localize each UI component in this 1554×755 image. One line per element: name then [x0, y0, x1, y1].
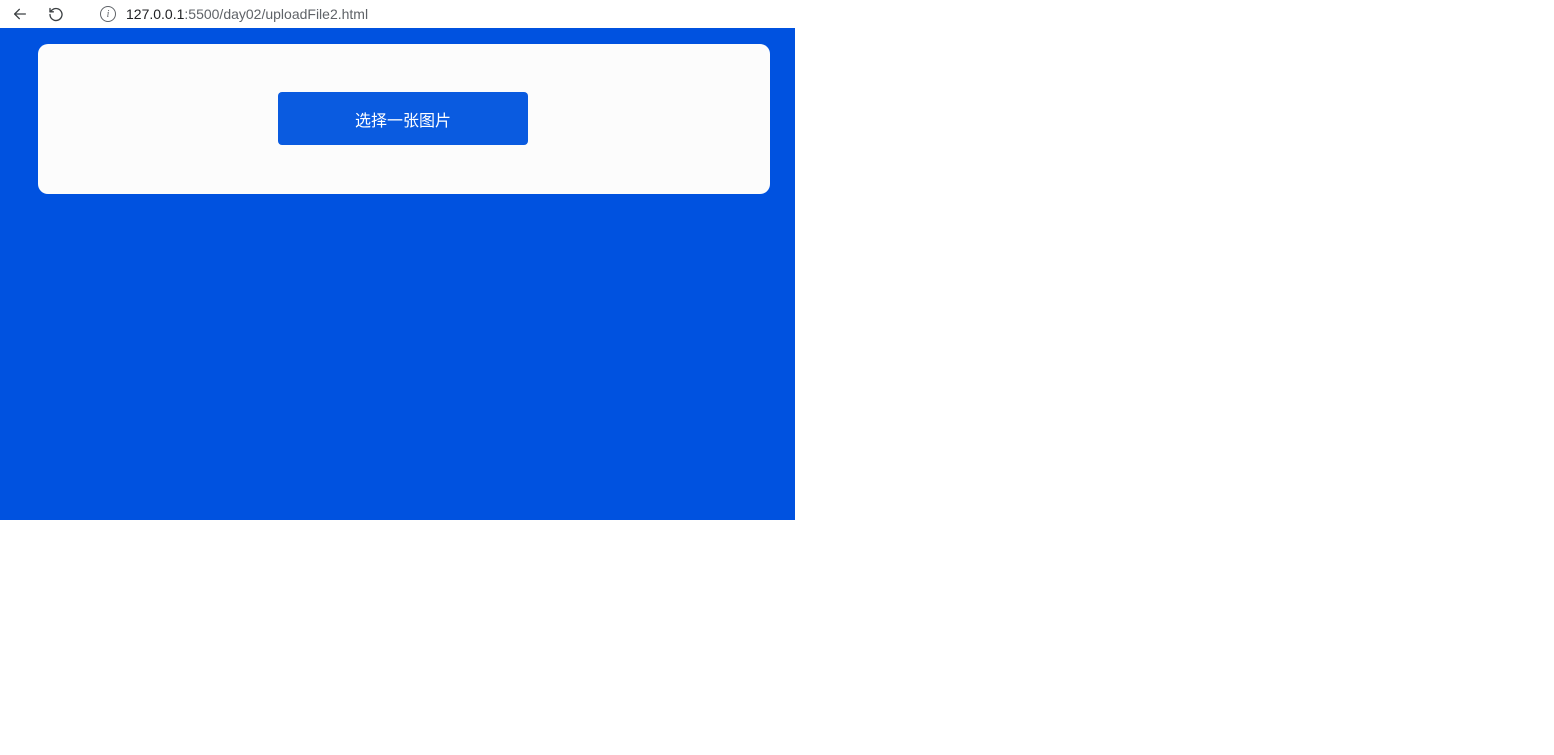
select-image-button[interactable]: 选择一张图片: [278, 92, 528, 145]
back-icon[interactable]: [12, 6, 28, 22]
page-content-area: 选择一张图片: [0, 28, 795, 520]
reload-icon[interactable]: [48, 6, 64, 22]
browser-toolbar: i 127.0.0.1:5500/day02/uploadFile2.html: [0, 0, 1554, 28]
url-text: 127.0.0.1:5500/day02/uploadFile2.html: [126, 6, 368, 22]
url-path: :5500/day02/uploadFile2.html: [184, 6, 368, 22]
select-image-button-label: 选择一张图片: [355, 107, 451, 131]
nav-icons-group: [12, 6, 64, 22]
upload-card: 选择一张图片: [38, 44, 770, 194]
url-host: 127.0.0.1: [126, 6, 184, 22]
url-bar[interactable]: i 127.0.0.1:5500/day02/uploadFile2.html: [100, 6, 368, 22]
info-icon[interactable]: i: [100, 6, 116, 22]
